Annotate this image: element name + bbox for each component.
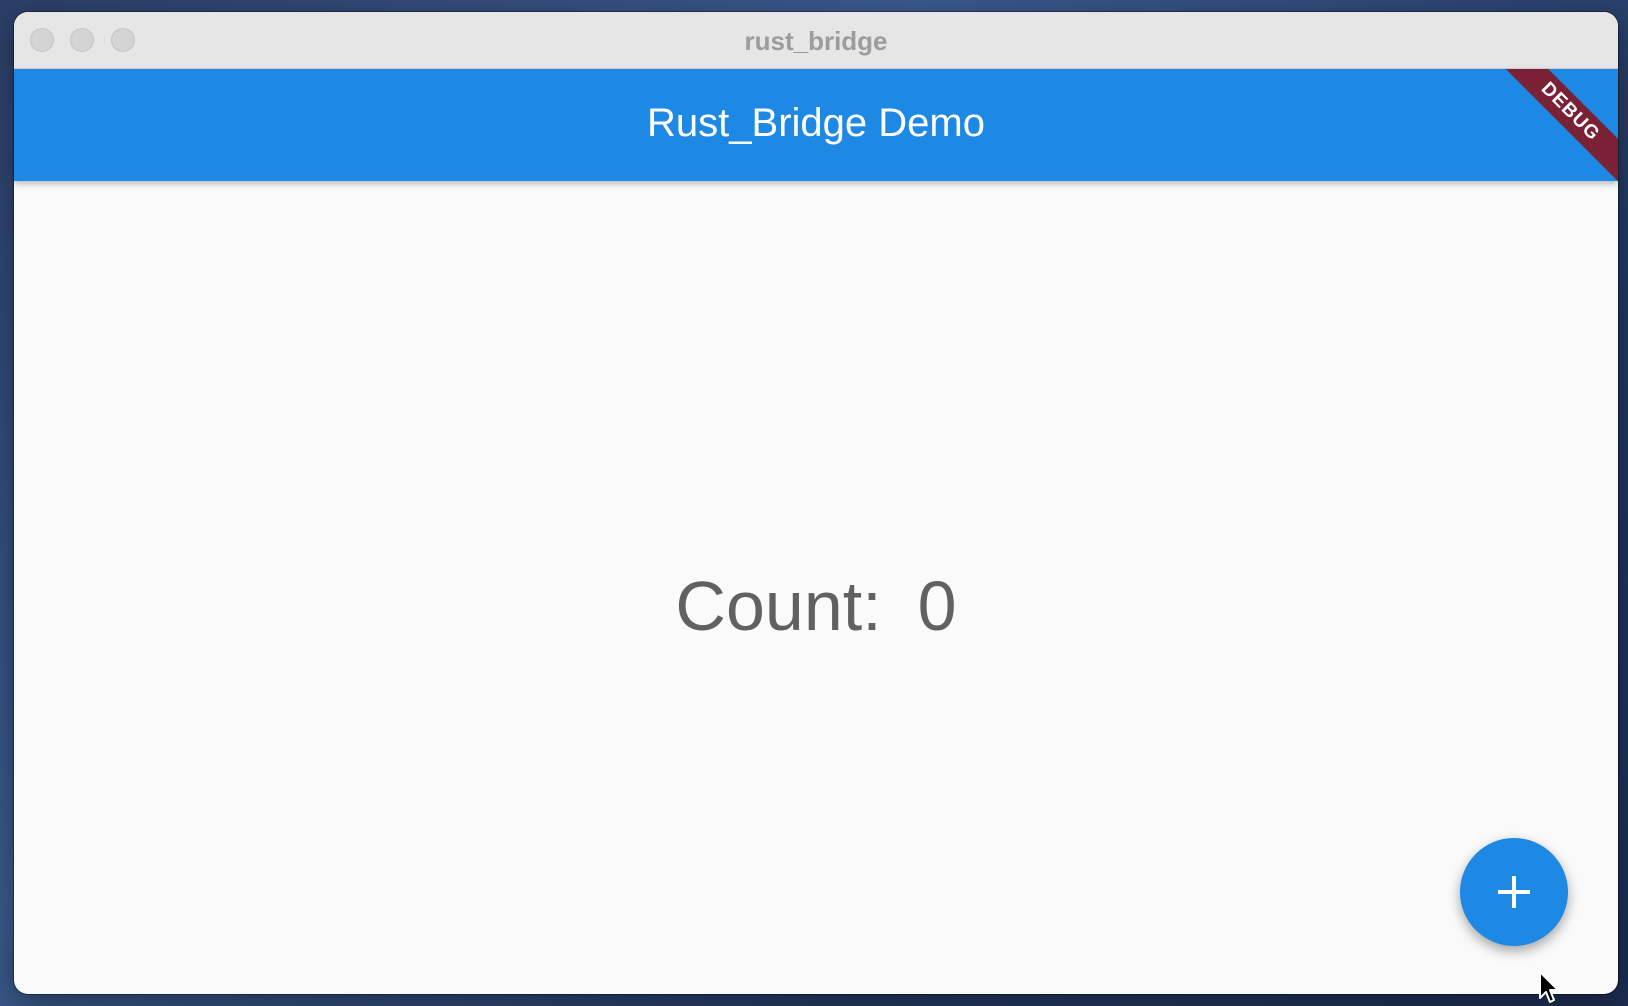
arrow-cursor-icon <box>1539 971 1559 1003</box>
app-bar: Rust_Bridge Demo <box>14 69 1618 181</box>
app-bar-title: Rust_Bridge Demo <box>647 101 985 145</box>
count-label: Count: <box>675 567 882 645</box>
increment-fab-button[interactable] <box>1460 838 1568 946</box>
app-window: rust_bridge Rust_Bridge Demo DEBUG Count… <box>14 12 1618 994</box>
count-value: 0 <box>917 567 957 645</box>
plus-icon <box>1498 876 1530 908</box>
main-content: Count: 0 <box>14 181 1618 994</box>
window-title: rust_bridge <box>744 26 888 56</box>
counter-display: Count: 0 <box>14 566 1618 646</box>
title-bar[interactable]: rust_bridge <box>14 12 1618 69</box>
